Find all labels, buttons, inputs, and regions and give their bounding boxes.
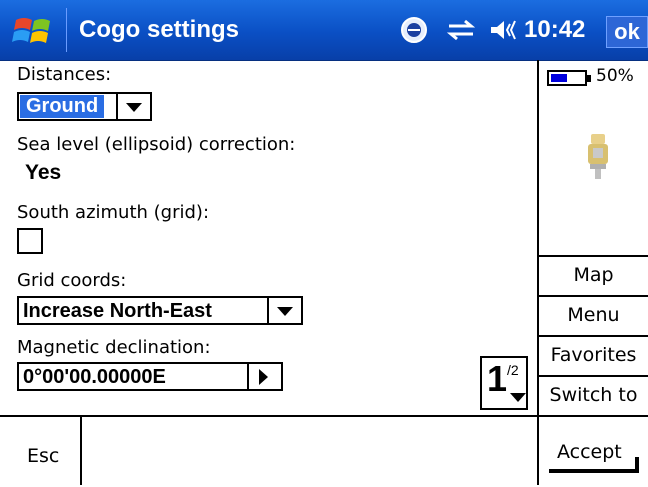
distances-dropdown[interactable]: Ground [17,92,152,121]
battery-level: 50% [596,66,634,86]
clock[interactable]: 10:42 [524,16,585,44]
menu-button[interactable]: Menu [539,295,648,333]
total-station-icon [588,134,608,179]
enter-key-icon [549,469,639,473]
chevron-right-icon[interactable] [247,364,281,389]
magnetic-declination-value: 0°00'00.00000E [23,366,166,388]
sea-level-value[interactable]: Yes [25,161,61,185]
ok-button[interactable]: ok [606,16,648,48]
side-panel: 50% Map Menu Favorites Switch to [539,60,648,415]
chevron-down-icon[interactable] [267,298,301,323]
magnetic-declination-field[interactable]: 0°00'00.00000E [17,362,283,391]
magnetic-declination-label: Magnetic declination: [17,337,211,358]
switch-to-button[interactable]: Switch to [539,375,648,415]
grid-coords-value: Increase North-East [23,300,212,322]
page-total: /2 [507,362,519,378]
softkey-bar: Esc Accept [0,415,648,487]
sea-level-label: Sea level (ellipsoid) correction: [17,134,296,155]
battery-fill [551,74,567,82]
enter-key-icon-end [635,457,639,473]
grid-coords-dropdown[interactable]: Increase North-East [17,296,303,325]
app-window: Cogo settings 10:42 ok Distances: Ground… [0,0,648,487]
south-azimuth-checkbox[interactable] [17,228,43,254]
page-indicator[interactable]: 1 /2 [480,356,528,410]
accept-button[interactable]: Accept [537,417,648,485]
volume-icon[interactable] [488,18,518,42]
sync-icon[interactable] [445,18,477,42]
distances-value: Ground [20,95,105,118]
distances-label: Distances: [17,64,112,85]
south-azimuth-label: South azimuth (grid): [17,202,210,223]
esc-button[interactable]: Esc [0,417,82,485]
title-separator [66,8,67,52]
connectivity-icon[interactable] [400,16,428,44]
title-bar: Cogo settings 10:42 ok [0,0,648,61]
esc-label: Esc [27,445,60,467]
battery-tip [587,75,591,82]
accept-label: Accept [557,441,622,463]
favorites-button[interactable]: Favorites [539,335,648,373]
grid-coords-label: Grid coords: [17,270,127,291]
page-down-icon [510,393,526,402]
settings-form: Distances: Ground Sea level (ellipsoid) … [0,60,539,415]
windows-logo-icon[interactable] [12,14,56,48]
chevron-down-icon[interactable] [116,94,150,119]
page-current: 1 [487,358,508,399]
map-button[interactable]: Map [539,255,648,293]
battery-icon [547,70,591,86]
window-title: Cogo settings [79,16,239,43]
